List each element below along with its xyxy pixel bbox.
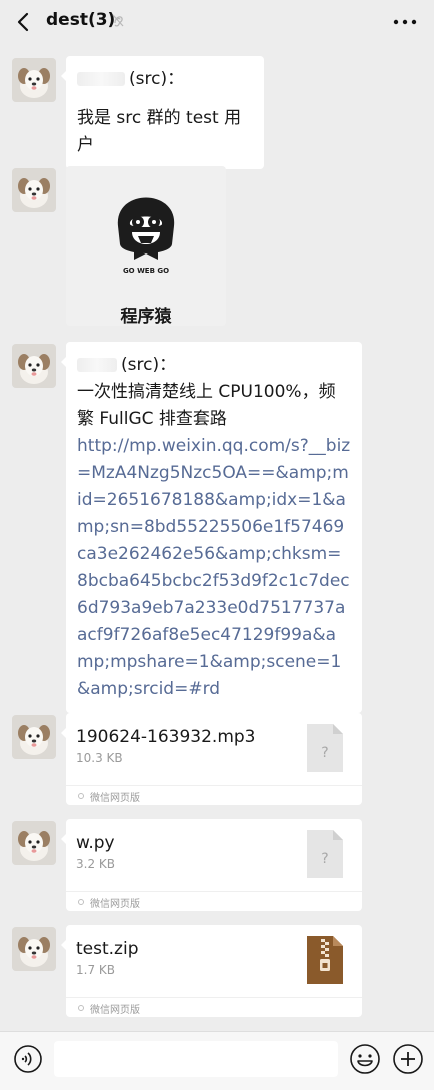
plus-icon[interactable]: [392, 1043, 424, 1075]
sender-line: (src)：: [77, 66, 253, 93]
avatar[interactable]: [12, 715, 56, 759]
dog-avatar-icon: [12, 715, 56, 759]
avatar[interactable]: [12, 344, 56, 388]
gorilla-logo-icon: GO WEB GO: [117, 197, 175, 275]
svg-text:?: ?: [321, 851, 328, 867]
file-name: w.py: [76, 833, 115, 853]
dog-avatar-icon: [12, 821, 56, 865]
chat-header: dest(3): [0, 0, 434, 44]
file-size: 10.3 KB: [76, 751, 123, 765]
avatar[interactable]: [12, 58, 56, 102]
sticker-caption: 程序猿: [120, 307, 172, 327]
ellipsis-icon[interactable]: [392, 12, 418, 32]
message-bubble[interactable]: (src)： 一次性搞清楚线上 CPU100%，频繁 FullGC 排查套路 h…: [61, 342, 362, 713]
avatar[interactable]: [12, 821, 56, 865]
input-bar: [0, 1031, 434, 1090]
zip-file-icon: [307, 936, 343, 984]
dog-avatar-icon: [12, 344, 56, 388]
back-arrow-icon[interactable]: [10, 8, 38, 36]
file-source: 微信网页版: [90, 793, 140, 804]
file-name: test.zip: [76, 939, 139, 959]
source-icon: [78, 899, 84, 905]
voice-input-icon[interactable]: [13, 1044, 43, 1074]
source-icon: [78, 1005, 84, 1011]
dog-avatar-icon: [12, 168, 56, 212]
message-link[interactable]: http://mp.weixin.qq.com/s?__biz=MzA4Nzg5…: [77, 433, 351, 703]
file-size: 1.7 KB: [76, 963, 115, 977]
file-name: 190624-163932.mp3: [76, 727, 256, 747]
avatar[interactable]: [12, 168, 56, 212]
message-input[interactable]: [54, 1041, 338, 1077]
chat-title[interactable]: dest(3): [46, 10, 115, 30]
file-message[interactable]: test.zip 1.7 KB 微信网页版: [61, 925, 362, 1018]
file-footer: 微信网页版: [66, 997, 362, 1018]
message-text: 一次性搞清楚线上 CPU100%，频繁 FullGC 排查套路: [77, 382, 336, 429]
message-text: 我是 src 群的 test 用户: [77, 108, 242, 155]
emoji-icon[interactable]: [349, 1043, 381, 1075]
sticker-badge-text: GO WEB GO: [123, 267, 169, 275]
dog-avatar-icon: [12, 58, 56, 102]
file-footer: 微信网页版: [66, 891, 362, 912]
svg-text:?: ?: [321, 745, 328, 761]
sticker-message[interactable]: GO WEB GO 程序猿: [66, 166, 226, 327]
sender-name-redacted: [77, 72, 125, 86]
ear-muted-icon: [112, 14, 124, 27]
file-source: 微信网页版: [90, 899, 140, 910]
avatar[interactable]: [12, 927, 56, 971]
dog-avatar-icon: [12, 927, 56, 971]
source-icon: [78, 793, 84, 799]
file-source: 微信网页版: [90, 1005, 140, 1016]
sender-line: (src)：: [77, 352, 351, 379]
unknown-file-icon: ?: [307, 830, 343, 878]
file-message[interactable]: w.py 3.2 KB ? 微信网页版: [61, 819, 362, 912]
message-bubble[interactable]: (src)： 我是 src 群的 test 用户: [61, 56, 264, 169]
file-size: 3.2 KB: [76, 857, 115, 871]
file-footer: 微信网页版: [66, 785, 362, 806]
unknown-file-icon: ?: [307, 724, 343, 772]
sender-suffix: (src)：: [121, 355, 177, 375]
file-message[interactable]: 190624-163932.mp3 10.3 KB ? 微信网页版: [61, 713, 362, 806]
sender-suffix: (src)：: [129, 69, 185, 89]
sender-name-redacted: [77, 358, 117, 372]
